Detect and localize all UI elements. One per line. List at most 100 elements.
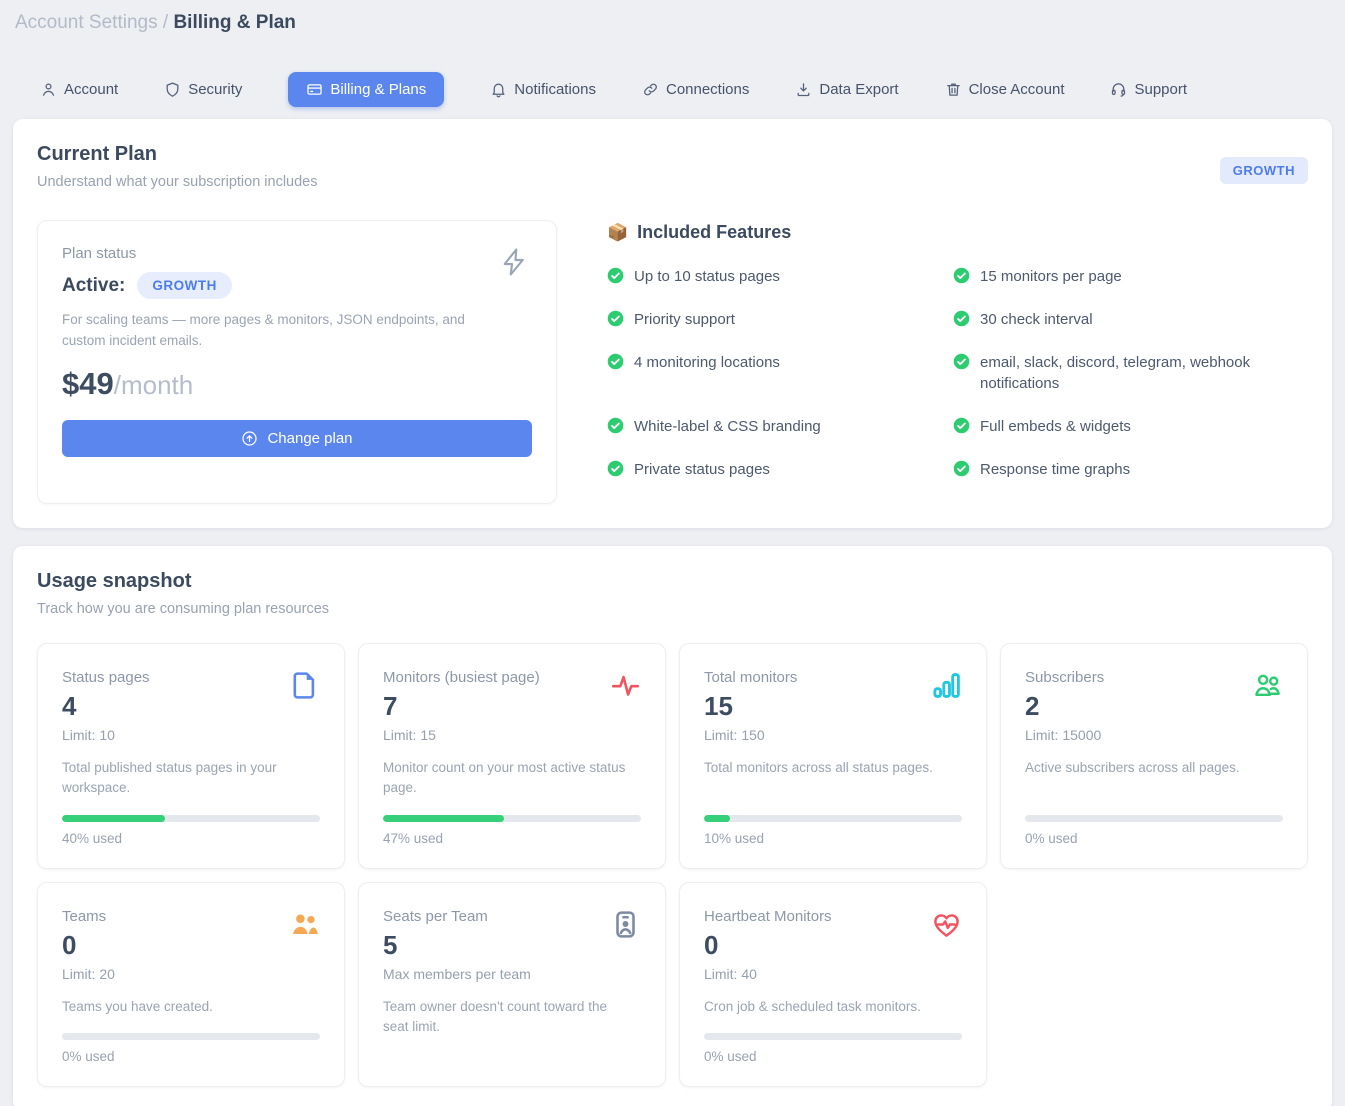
document-icon (289, 670, 320, 701)
feature-item: White-label & CSS branding (607, 416, 953, 438)
heart-pulse-icon (931, 909, 962, 940)
usage-percent-label: 10% used (704, 831, 962, 846)
users-outline-icon (1252, 670, 1283, 701)
plan-content-row: Plan status Active: GROWTH For scaling t… (37, 220, 1308, 504)
tab-support[interactable]: Support (1110, 81, 1187, 98)
usage-card-total-monitors: Total monitors15Limit: 150Total monitors… (679, 643, 987, 869)
plan-state-row: Active: GROWTH (62, 272, 532, 299)
plan-price: $49 (62, 366, 114, 402)
change-plan-button[interactable]: Change plan (62, 420, 532, 457)
feature-label: 4 monitoring locations (634, 352, 780, 396)
check-circle-icon (607, 417, 624, 434)
bell-icon (490, 81, 507, 98)
usage-card-value: 0 (704, 930, 962, 961)
tab-label: Billing & Plans (330, 81, 426, 98)
usage-card-value: 4 (62, 691, 320, 722)
usage-card-title: Monitors (busiest page) (383, 669, 641, 686)
change-plan-label: Change plan (267, 430, 352, 447)
usage-card-description: Cron job & scheduled task monitors. (704, 997, 962, 1017)
users-filled-icon (289, 909, 320, 940)
usage-grid: Status pages4Limit: 10Total published st… (37, 643, 1308, 1087)
usage-card-value: 5 (383, 930, 641, 961)
usage-card-limit: Max members per team (383, 966, 641, 982)
usage-card-seats-per-team: Seats per Team5Max members per teamTeam … (358, 882, 666, 1087)
usage-card-limit: Limit: 15 (383, 727, 641, 743)
usage-progress: 10% used (704, 799, 962, 846)
usage-progress: 47% used (383, 799, 641, 846)
usage-card-title: Teams (62, 908, 320, 925)
feature-label: 15 monitors per page (980, 266, 1122, 288)
usage-progress: 0% used (62, 1017, 320, 1064)
plan-status-card: Plan status Active: GROWTH For scaling t… (37, 220, 557, 504)
progress-fill (383, 815, 504, 822)
tab-billing-plans[interactable]: Billing & Plans (288, 72, 444, 107)
tab-notifications[interactable]: Notifications (490, 81, 596, 98)
tab-security[interactable]: Security (164, 81, 242, 98)
progress-track (62, 1033, 320, 1040)
usage-card-title: Subscribers (1025, 669, 1283, 686)
plan-price-period: /month (114, 370, 194, 401)
usage-panel: Usage snapshot Track how you are consumi… (13, 546, 1332, 1106)
page-title: Billing & Plan (173, 12, 295, 33)
plan-state: Active: (62, 275, 125, 297)
current-plan-subtitle: Understand what your subscription includ… (37, 174, 317, 190)
check-circle-icon (953, 460, 970, 477)
billing-page: Account Settings / Billing & Plan Accoun… (0, 0, 1345, 1106)
arrow-up-circle-icon (241, 430, 258, 447)
plan-tier-pill: GROWTH (137, 272, 232, 299)
usage-percent-label: 0% used (704, 1049, 962, 1064)
feature-item: Private status pages (607, 459, 953, 481)
usage-progress: 0% used (704, 1017, 962, 1064)
feature-item: 4 monitoring locations (607, 352, 953, 396)
current-plan-title: Current Plan (37, 143, 317, 166)
tab-close-account[interactable]: Close Account (945, 81, 1065, 98)
tab-label: Account (64, 81, 118, 98)
feature-item: Response time graphs (953, 459, 1308, 481)
check-circle-icon (607, 267, 624, 284)
shield-icon (164, 81, 181, 98)
progress-track (62, 815, 320, 822)
feature-label: email, slack, discord, telegram, webhook… (980, 352, 1278, 396)
check-circle-icon (953, 353, 970, 370)
progress-fill (62, 815, 165, 822)
feature-label: 30 check interval (980, 309, 1093, 331)
feature-list: Up to 10 status pages 15 monitors per pag… (607, 266, 1308, 481)
tab-label: Notifications (514, 81, 596, 98)
usage-percent-label: 0% used (62, 1049, 320, 1064)
breadcrumb-section: Account Settings / (15, 12, 168, 33)
usage-card-limit: Limit: 40 (704, 966, 962, 982)
package-icon: 📦 (607, 223, 628, 243)
feature-item: 15 monitors per page (953, 266, 1308, 288)
feature-label: Up to 10 status pages (634, 266, 780, 288)
usage-progress: 0% used (1025, 799, 1283, 846)
lightning-bolt-icon (500, 245, 530, 279)
usage-subtitle: Track how you are consuming plan resourc… (37, 601, 1308, 617)
progress-track (704, 1033, 962, 1040)
tab-label: Data Export (819, 81, 898, 98)
progress-fill (704, 815, 730, 822)
tab-account[interactable]: Account (40, 81, 118, 98)
feature-item: Priority support (607, 309, 953, 331)
usage-progress: 40% used (62, 799, 320, 846)
headset-icon (1110, 81, 1127, 98)
usage-percent-label: 40% used (62, 831, 320, 846)
usage-card-teams: Teams0Limit: 20Teams you have created.0%… (37, 882, 345, 1087)
usage-card-title: Seats per Team (383, 908, 641, 925)
progress-track (1025, 815, 1283, 822)
link-icon (642, 81, 659, 98)
tab-label: Connections (666, 81, 749, 98)
usage-card-description: Total monitors across all status pages. (704, 758, 962, 778)
tab-connections[interactable]: Connections (642, 81, 749, 98)
usage-card-title: Status pages (62, 669, 320, 686)
feature-label: Full embeds & widgets (980, 416, 1131, 438)
usage-card-value: 0 (62, 930, 320, 961)
feature-item: email, slack, discord, telegram, webhook… (953, 352, 1308, 396)
plan-price-row: $49 /month (62, 366, 532, 402)
usage-card-title: Total monitors (704, 669, 962, 686)
check-circle-icon (607, 310, 624, 327)
tab-label: Security (188, 81, 242, 98)
plan-status-label: Plan status (62, 245, 532, 262)
feature-label: Response time graphs (980, 459, 1130, 481)
feature-item: Up to 10 status pages (607, 266, 953, 288)
tab-data-export[interactable]: Data Export (795, 81, 898, 98)
